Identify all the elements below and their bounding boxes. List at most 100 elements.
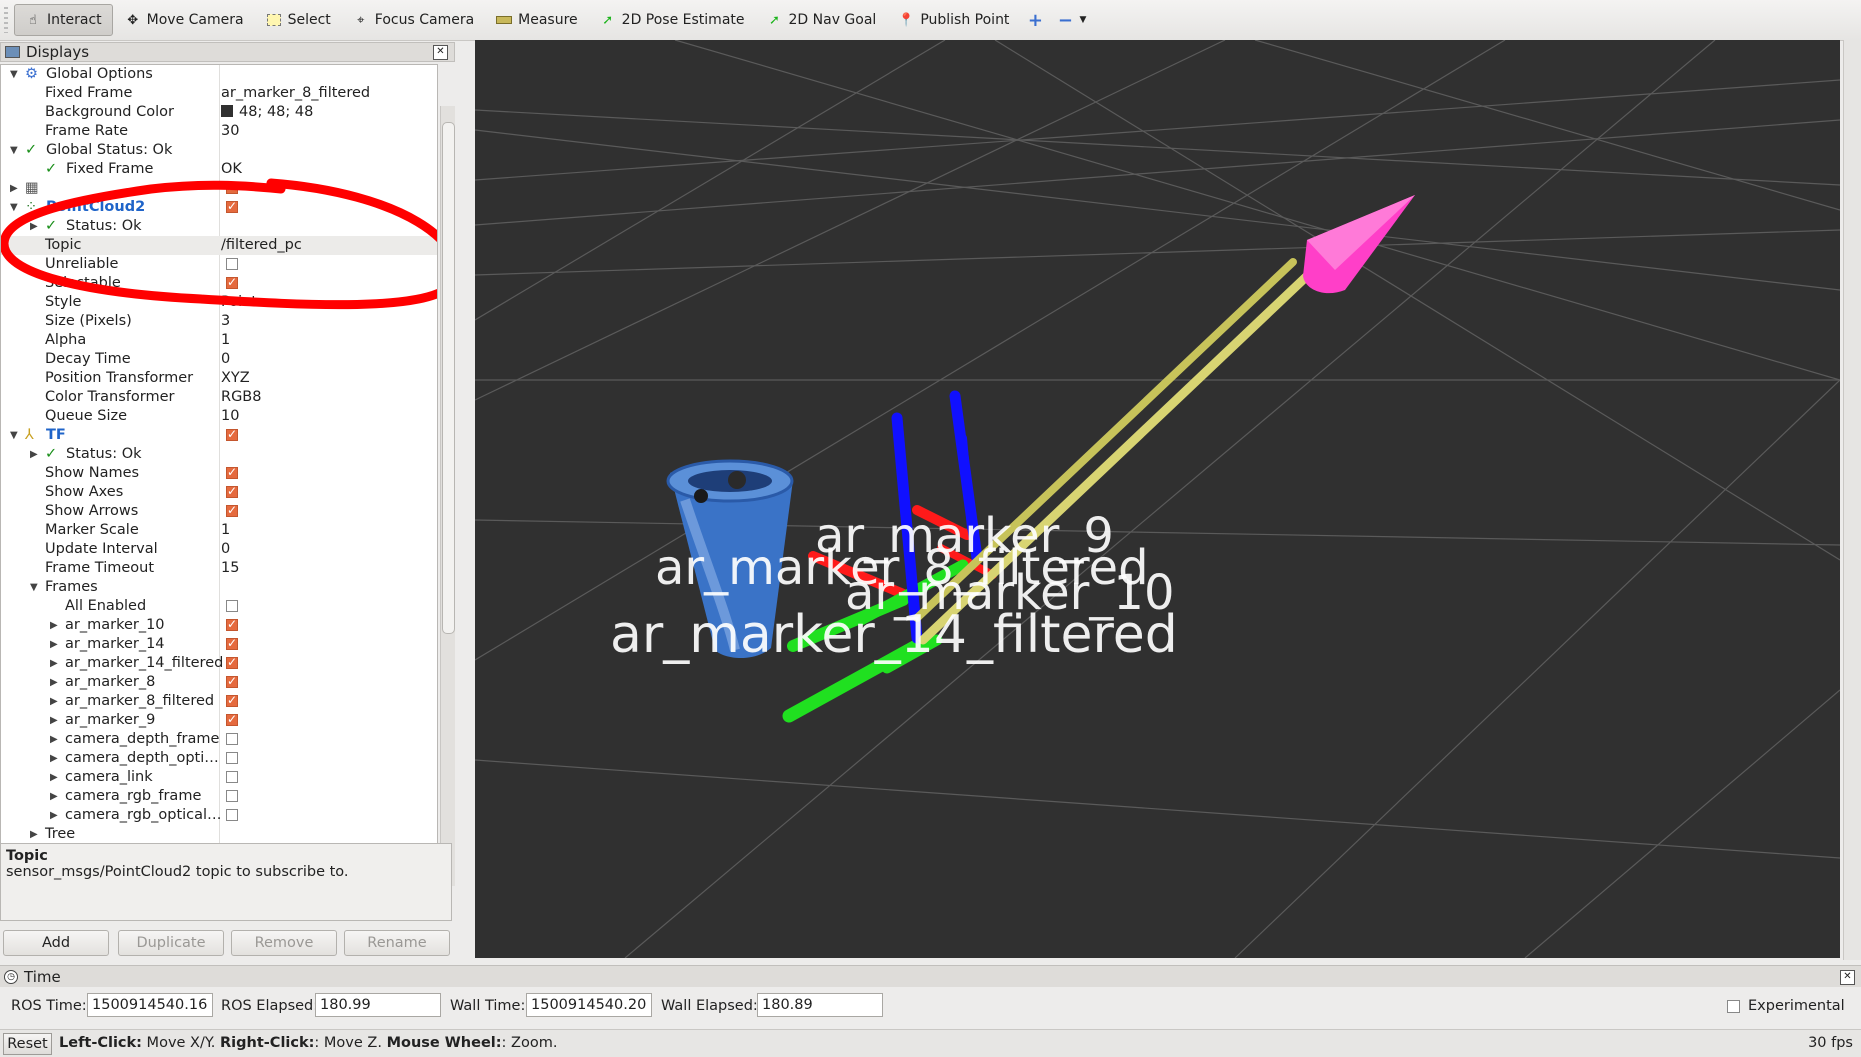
close-icon[interactable]: ✕ <box>433 45 448 60</box>
tree-row-tree[interactable]: ▶ Tree <box>1 825 437 844</box>
description-text: sensor_msgs/PointCloud2 topic to subscri… <box>6 864 349 880</box>
ros-time-field[interactable]: 1500914540.16 <box>87 993 213 1017</box>
frame-enabled-checkbox[interactable] <box>226 691 238 710</box>
tree-row-frame[interactable]: ▶ ar_marker_14 <box>1 634 437 654</box>
tree-row-frame[interactable]: ▶ ar_marker_8 <box>1 672 437 692</box>
all-enabled-checkbox[interactable] <box>226 600 238 612</box>
tree-row-frames[interactable]: ▼ Frames <box>1 578 437 597</box>
background-color-value[interactable]: 48; 48; 48 <box>221 103 313 122</box>
close-icon[interactable]: ✕ <box>1840 970 1855 985</box>
ros-elapsed-field[interactable]: 180.99 <box>315 993 441 1017</box>
tree-row-decay-time[interactable]: Decay Time 0 <box>1 350 437 369</box>
tree-row-frame[interactable]: ▶ camera_rgb_frame <box>1 787 437 806</box>
tree-row-tf[interactable]: ▼ ⅄ TF <box>1 425 437 445</box>
show-axes-checkbox[interactable] <box>226 482 238 501</box>
tree-row-size[interactable]: Size (Pixels) 3 <box>1 312 437 331</box>
frame-enabled-checkbox[interactable] <box>226 634 238 653</box>
position-transformer-value[interactable]: XYZ <box>221 369 250 388</box>
pose-estimate-tool-button[interactable]: ➚ 2D Pose Estimate <box>590 5 755 35</box>
tree-row-update-interval[interactable]: Update Interval 0 <box>1 540 437 559</box>
experimental-checkbox[interactable] <box>1727 1000 1740 1013</box>
frame-enabled-checkbox[interactable] <box>226 752 238 764</box>
tree-row-show-names[interactable]: Show Names <box>1 463 437 483</box>
duplicate-button[interactable]: Duplicate <box>118 930 224 956</box>
frame-enabled-checkbox[interactable] <box>226 710 238 729</box>
decay-time-value[interactable]: 0 <box>221 350 230 369</box>
publish-point-tool-button[interactable]: 📍 Publish Point <box>888 5 1019 35</box>
tree-row-all-enabled[interactable]: All Enabled <box>1 597 437 616</box>
frame-enabled-checkbox[interactable] <box>226 672 238 691</box>
tree-row-tf-status[interactable]: ▶ ✓ Status: Ok <box>1 445 437 464</box>
add-tool-button[interactable]: + <box>1021 5 1049 35</box>
wall-time-field[interactable]: 1500914540.20 <box>526 993 652 1017</box>
ros-elapsed-label: ROS Elapsed: <box>221 998 319 1014</box>
frame-enabled-checkbox[interactable] <box>226 809 238 821</box>
select-tool-button[interactable]: Select <box>256 5 341 35</box>
alpha-value[interactable]: 1 <box>221 331 230 350</box>
fixed-frame-value[interactable]: ar_marker_8_filtered <box>221 84 370 103</box>
tree-row-frame-timeout[interactable]: Frame Timeout 15 <box>1 559 437 578</box>
tree-row-frame[interactable]: ▶ ar_marker_14_filtered <box>1 653 437 673</box>
remove-button[interactable]: Remove <box>231 930 337 956</box>
frame-enabled-checkbox[interactable] <box>226 790 238 802</box>
tree-row-queue-size[interactable]: Queue Size 10 <box>1 407 437 426</box>
move-camera-tool-button[interactable]: ✥ Move Camera <box>115 5 254 35</box>
frame-enabled-checkbox[interactable] <box>226 615 238 634</box>
right-splitter[interactable] <box>1843 40 1861 960</box>
interact-tool-button[interactable]: ☝ Interact <box>14 4 113 36</box>
frame-enabled-checkbox[interactable] <box>226 653 238 672</box>
add-button[interactable]: Add <box>3 930 109 956</box>
tree-row-frame[interactable]: ▶ ar_marker_10 <box>1 615 437 635</box>
tree-row-fixed-frame[interactable]: Fixed Frame ar_marker_8_filtered <box>1 84 437 103</box>
tree-row-background-color[interactable]: Background Color 48; 48; 48 <box>1 103 437 122</box>
tree-row-color-transformer[interactable]: Color Transformer RGB8 <box>1 388 437 407</box>
displays-scrollbar[interactable] <box>440 106 455 886</box>
update-interval-value[interactable]: 0 <box>221 540 230 559</box>
show-names-checkbox[interactable] <box>226 463 238 482</box>
tree-row-global-status[interactable]: ▼ ✓ Global Status: Ok <box>1 141 437 160</box>
queue-size-value[interactable]: 10 <box>221 407 239 426</box>
frame-enabled-checkbox[interactable] <box>226 771 238 783</box>
size-value[interactable]: 3 <box>221 312 230 331</box>
3d-viewport[interactable]: ar_marker_9 ar_marker_8_filtered ar_marker… <box>475 40 1840 958</box>
rename-button[interactable]: Rename <box>344 930 450 956</box>
color-transformer-value[interactable]: RGB8 <box>221 388 261 407</box>
tree-row-show-axes[interactable]: Show Axes <box>1 482 437 502</box>
tree-row-show-arrows[interactable]: Show Arrows <box>1 501 437 521</box>
tree-row-frame[interactable]: ▶ ar_marker_8_filtered <box>1 691 437 711</box>
wall-elapsed-field[interactable]: 180.89 <box>757 993 883 1017</box>
frame-rate-value[interactable]: 30 <box>221 122 239 141</box>
check-icon: ✓ <box>25 142 38 158</box>
tree-row-frame[interactable]: ▶ ar_marker_9 <box>1 710 437 730</box>
map-pin-icon: 📍 <box>898 12 915 28</box>
tree-row-frame[interactable]: ▶ camera_depth_frame <box>1 730 437 749</box>
measure-tool-button[interactable]: Measure <box>486 5 588 35</box>
hint-right-click-desc: : Move Z. <box>314 1035 387 1051</box>
focus-camera-tool-button[interactable]: ⌖ Focus Camera <box>343 5 484 35</box>
tree-row-marker-scale[interactable]: Marker Scale 1 <box>1 521 437 540</box>
toolbar-grip[interactable] <box>4 7 8 33</box>
frame-timeout-value[interactable]: 15 <box>221 559 239 578</box>
tree-row-global-options[interactable]: ▼ ⚙ Global Options <box>1 65 437 84</box>
mouse-hint: Left-Click: Move X/Y. Right-Click:: Move… <box>59 1035 557 1051</box>
tree-row-frame[interactable]: ▶ camera_link <box>1 768 437 787</box>
tree-row-frame-rate[interactable]: Frame Rate 30 <box>1 122 437 141</box>
scrollbar-thumb[interactable] <box>442 122 455 634</box>
nav-goal-tool-button[interactable]: ➚ 2D Nav Goal <box>757 5 887 35</box>
ros-time-label: ROS Time: <box>11 998 87 1014</box>
displays-tree[interactable]: ▼ ⚙ Global Options Fixed Frame ar_marker… <box>0 64 438 858</box>
remove-tool-menu[interactable]: − ▼ <box>1051 5 1092 35</box>
tree-row-frame[interactable]: ▶ camera_rgb_optical… <box>1 806 437 825</box>
check-icon: ✓ <box>45 446 58 462</box>
tree-row-frame[interactable]: ▶ camera_depth_opti… <box>1 749 437 768</box>
show-arrows-checkbox[interactable] <box>226 501 238 520</box>
hint-left-click: Left-Click: <box>59 1035 142 1051</box>
tf-enabled-checkbox[interactable] <box>226 425 238 444</box>
tree-row-position-transformer[interactable]: Position Transformer XYZ <box>1 369 437 388</box>
frame-enabled-checkbox[interactable] <box>226 733 238 745</box>
property-label: Alpha <box>45 332 87 348</box>
tree-row-alpha[interactable]: Alpha 1 <box>1 331 437 350</box>
displays-panel: Displays ✕ ▼ ⚙ Global Options Fixed Fram… <box>0 42 455 886</box>
marker-scale-value[interactable]: 1 <box>221 521 230 540</box>
reset-button[interactable]: Reset <box>3 1033 52 1055</box>
